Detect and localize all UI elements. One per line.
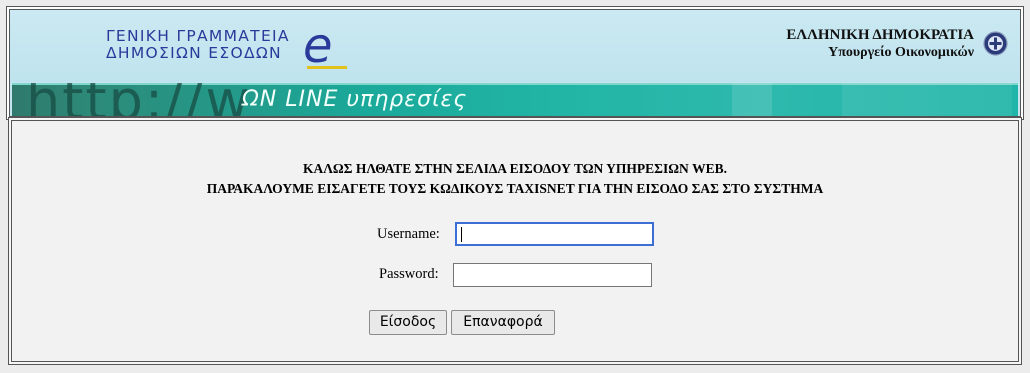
password-input[interactable] [453, 263, 652, 287]
ministry-name: Υπουργείο Οικονομικών [828, 45, 974, 60]
welcome-line2: ΠΑΡΑΚΑΛΟΥΜΕ ΕΙΣΑΓΕΤΕ ΤΟΥΣ ΚΩΔΙΚΟΥΣ TAXIS… [206, 181, 824, 196]
welcome-message: ΚΑΛΩΣ ΗΛΘΑΤΕ ΣΤΗΝ ΣΕΛΙΔΑ ΕΙΣΟΔΟΥ ΤΩΝ ΥΠΗ… [12, 159, 1018, 199]
greek-emblem-icon [983, 31, 1008, 56]
banner-online-text: ΩΝ LINE υπηρεσίες [242, 87, 468, 112]
header-top: ΓΕΝΙΚΗ ΓΡΑΜΜΑΤΕΙΑ ΔΗΜΟΣΙΩΝ ΕΣΟΔΩΝ e ΕΛΛΗ… [10, 10, 1020, 82]
republic-title: ΕΛΛΗΝΙΚΗ ΔΗΜΟΚΡΑΤΙΑ Υπουργείο Οικονομικώ… [786, 26, 974, 61]
republic-name: ΕΛΛΗΝΙΚΗ ΔΗΜΟΚΡΑΤΙΑ [786, 27, 974, 43]
org-name-line2: ΔΗΜΟΣΙΩΝ ΕΣΟΔΩΝ [106, 44, 282, 62]
gsis-e-logo-icon: e [303, 24, 347, 74]
login-panel: ΚΑΛΩΣ ΗΛΘΑΤΕ ΣΤΗΝ ΣΕΛΙΔΑ ΕΙΣΟΔΟΥ ΤΩΝ ΥΠΗ… [11, 120, 1019, 362]
reset-button[interactable]: Επαναφορά [451, 310, 555, 335]
text-caret [461, 227, 462, 242]
username-input[interactable] [455, 222, 654, 246]
login-frame: ΚΑΛΩΣ ΗΛΘΑΤΕ ΣΤΗΝ ΣΕΛΙΔΑ ΕΙΣΟΔΟΥ ΤΩΝ ΥΠΗ… [8, 117, 1022, 365]
password-label: Password: [379, 266, 439, 282]
org-name-line1: ΓΕΝΙΚΗ ΓΡΑΜΜΑΤΕΙΑ [106, 27, 290, 45]
welcome-line1: ΚΑΛΩΣ ΗΛΘΑΤΕ ΣΤΗΝ ΣΕΛΙΔΑ ΕΙΣΟΔΟΥ ΤΩΝ ΥΠΗ… [302, 161, 728, 176]
online-services-banner: http://w ΩΝ LINE υπηρεσίες [12, 83, 1018, 117]
username-label: Username: [377, 226, 440, 242]
header-frame: ΓΕΝΙΚΗ ΓΡΑΜΜΑΤΕΙΑ ΔΗΜΟΣΙΩΝ ΕΣΟΔΩΝ e ΕΛΛΗ… [6, 6, 1024, 120]
org-name: ΓΕΝΙΚΗ ΓΡΑΜΜΑΤΕΙΑ ΔΗΜΟΣΙΩΝ ΕΣΟΔΩΝ [106, 28, 290, 62]
header: ΓΕΝΙΚΗ ΓΡΑΜΜΑΤΕΙΑ ΔΗΜΟΣΙΩΝ ΕΣΟΔΩΝ e ΕΛΛΗ… [9, 9, 1021, 117]
login-button[interactable]: Είσοδος [369, 310, 447, 335]
banner-http-text: http://w [26, 83, 252, 117]
